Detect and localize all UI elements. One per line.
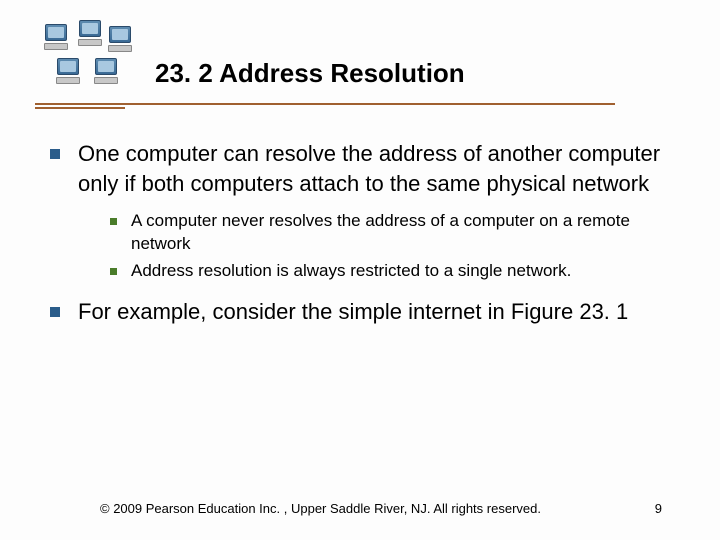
list-item: For example, consider the simple interne… (50, 297, 670, 327)
copyright-text: © 2009 Pearson Education Inc. , Upper Sa… (100, 501, 541, 516)
bullet-square-icon (50, 307, 60, 317)
content-area: One computer can resolve the address of … (40, 139, 680, 327)
bullet-square-icon (110, 268, 117, 275)
footer: © 2009 Pearson Education Inc. , Upper Sa… (0, 501, 720, 516)
list-item: A computer never resolves the address of… (110, 210, 670, 256)
bullet-square-icon (110, 218, 117, 225)
list-item: Address resolution is always restricted … (110, 260, 670, 283)
bullet-text: One computer can resolve the address of … (78, 139, 670, 198)
sub-list: A computer never resolves the address of… (110, 210, 670, 283)
computers-clipart-icon (40, 20, 135, 105)
slide-title: 23. 2 Address Resolution (155, 58, 680, 89)
list-item: One computer can resolve the address of … (50, 139, 670, 198)
bullet-text: A computer never resolves the address of… (131, 210, 670, 256)
bullet-text: For example, consider the simple interne… (78, 297, 628, 327)
title-block: 23. 2 Address Resolution (155, 20, 680, 109)
page-number: 9 (655, 501, 662, 516)
slide: 23. 2 Address Resolution One computer ca… (0, 0, 720, 540)
title-underline-icon (35, 101, 615, 109)
bullet-text: Address resolution is always restricted … (131, 260, 571, 283)
header: 23. 2 Address Resolution (40, 20, 680, 109)
bullet-square-icon (50, 149, 60, 159)
